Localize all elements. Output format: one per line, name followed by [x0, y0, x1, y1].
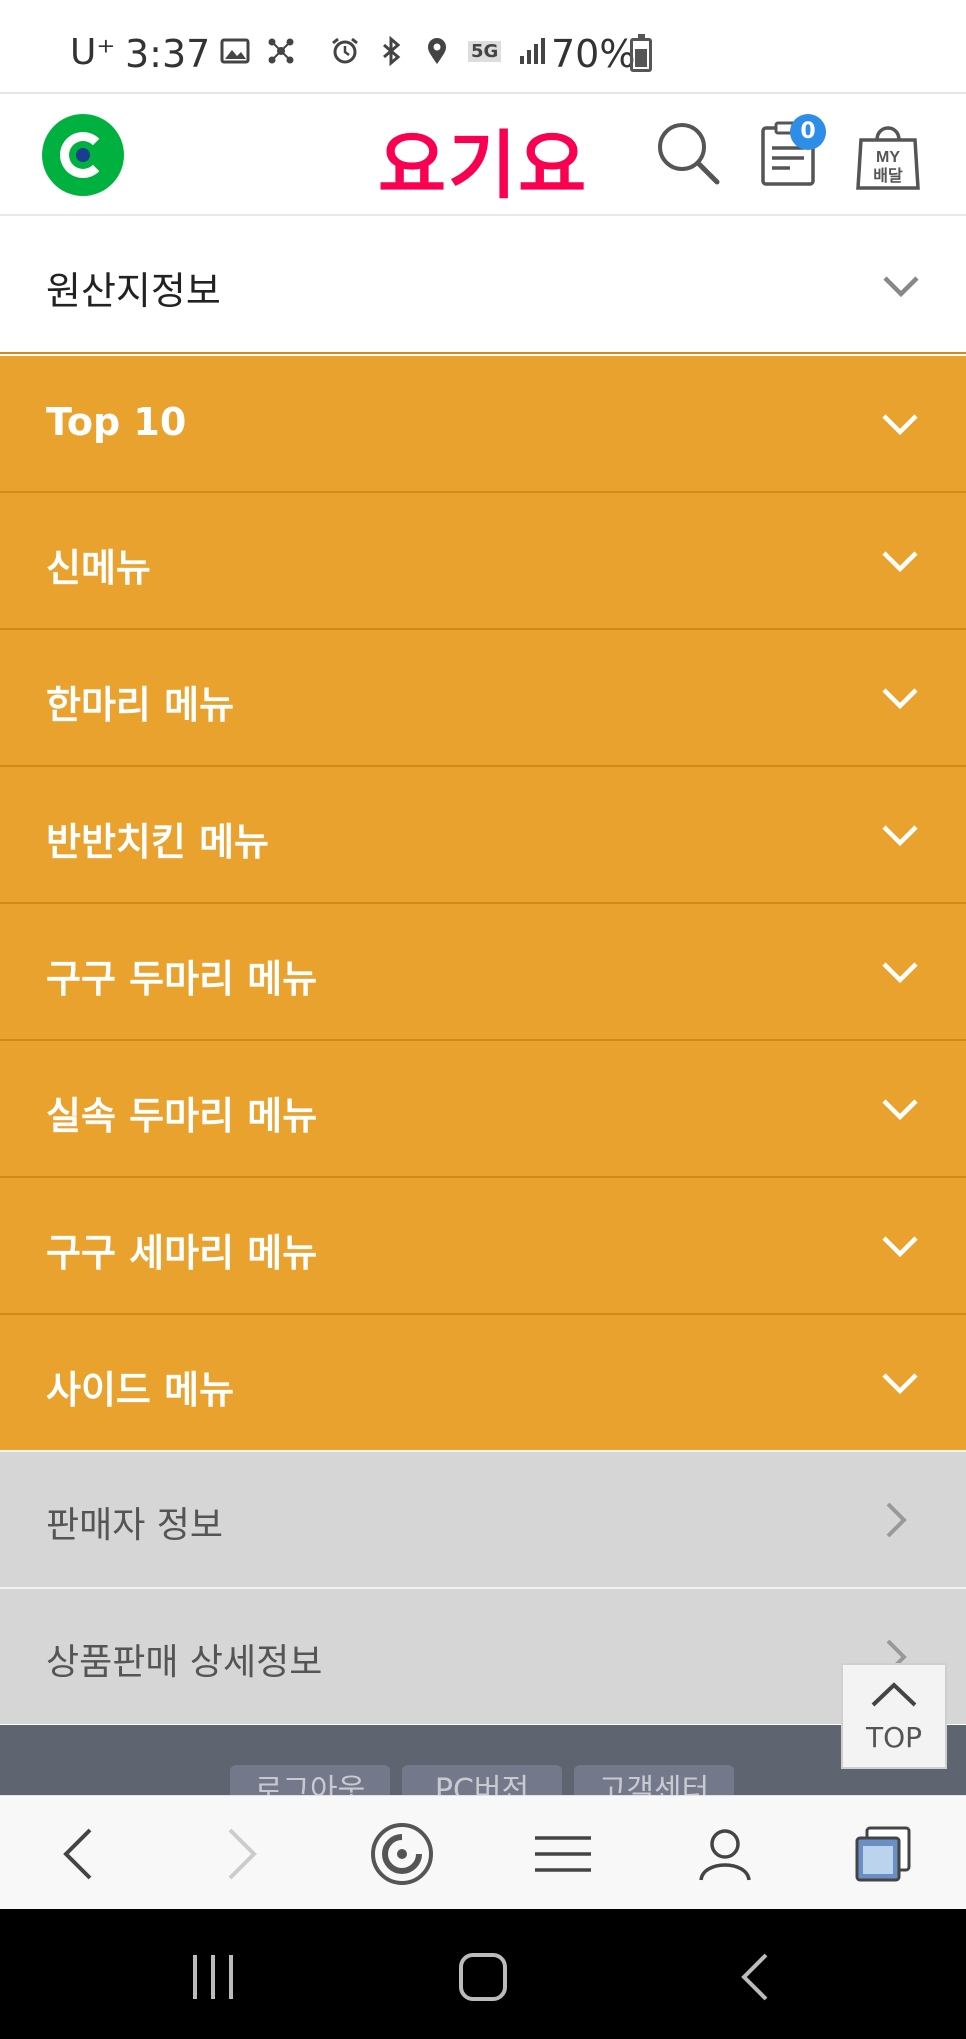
info-row-label: 판매자 정보: [46, 1505, 224, 1546]
origin-info-row[interactable]: 원산지정보: [0, 218, 966, 354]
gallery-icon: [220, 38, 250, 64]
menu-category-row[interactable]: 반반치킨 메뉴: [0, 767, 966, 904]
menu-category-row[interactable]: Top 10: [0, 356, 966, 493]
system-back-icon[interactable]: [726, 1949, 786, 2005]
gmarket-home-icon[interactable]: [370, 1822, 434, 1886]
chevron-up-icon: [871, 1682, 917, 1707]
battery-percent: 70%: [551, 32, 636, 76]
my-delivery-bag-icon[interactable]: MY 배달: [855, 118, 921, 190]
menu-category-label: Top 10: [46, 400, 187, 444]
connection-icon: [268, 38, 294, 64]
location-icon: [428, 38, 446, 64]
svg-text:MY: MY: [876, 149, 900, 166]
status-icons: 5G: [220, 36, 547, 66]
menu-category-label: 한마리 메뉴: [46, 683, 235, 727]
tabs-icon[interactable]: [853, 1824, 913, 1884]
info-row-label: 상품판매 상세정보: [46, 1642, 323, 1683]
menu-category-label: 구구 두마리 메뉴: [46, 957, 318, 1001]
search-icon[interactable]: [655, 120, 721, 186]
menu-category-label: 구구 세마리 메뉴: [46, 1231, 318, 1275]
app-header: 요기요 0 MY 배달: [0, 96, 966, 216]
menu-category-label: 반반치킨 메뉴: [46, 820, 269, 864]
home-icon[interactable]: [453, 1949, 513, 2005]
menu-category-row[interactable]: 신메뉴: [0, 493, 966, 630]
system-nav-bar: [0, 1909, 966, 2039]
chevron-down-icon: [882, 1373, 918, 1395]
chevron-down-icon: [882, 825, 918, 847]
info-row[interactable]: 상품판매 상세정보: [0, 1587, 966, 1724]
menu-category-label: 사이드 메뉴: [46, 1368, 235, 1412]
clock: 3:37: [125, 32, 211, 76]
menu-category-label: 실속 두마리 메뉴: [46, 1094, 318, 1138]
battery-icon: [630, 34, 652, 72]
origin-info-label: 원산지정보: [46, 269, 221, 313]
scroll-top-button[interactable]: TOP: [841, 1663, 947, 1769]
gmarket-logo-icon[interactable]: [42, 114, 124, 196]
menu-category-row[interactable]: 구구 두마리 메뉴: [0, 904, 966, 1041]
back-icon[interactable]: [50, 1824, 110, 1884]
chevron-down-icon: [882, 414, 918, 436]
footer: 로그아웃 PC버전 고객센터: [0, 1725, 966, 1805]
chevron-down-icon: [883, 276, 919, 298]
scroll-top-label: TOP: [865, 1721, 923, 1754]
svg-text:배달: 배달: [873, 166, 903, 185]
chevron-right-icon: [886, 1502, 907, 1538]
yogiyo-brand-logo[interactable]: 요기요: [378, 106, 588, 213]
menu-category-row[interactable]: 사이드 메뉴: [0, 1315, 966, 1452]
signal-icon: [520, 38, 546, 64]
forward-icon[interactable]: [210, 1824, 270, 1884]
chevron-down-icon: [882, 688, 918, 710]
alarm-icon: [332, 37, 358, 64]
status-bar: U⁺ 3:37 5G 70%: [0, 0, 966, 94]
chevron-down-icon: [882, 551, 918, 573]
chevron-down-icon: [882, 1236, 918, 1258]
menu-category-label: 신메뉴: [46, 546, 151, 590]
recent-apps-icon[interactable]: [183, 1949, 243, 2005]
menu-category-row[interactable]: 구구 세마리 메뉴: [0, 1178, 966, 1315]
info-row[interactable]: 판매자 정보: [0, 1450, 966, 1587]
browser-toolbar: [0, 1795, 966, 1909]
orders-count-badge: 0: [790, 114, 826, 150]
bluetooth-icon: [383, 36, 401, 66]
chevron-down-icon: [882, 1099, 918, 1121]
carrier-label: U⁺: [70, 32, 116, 73]
chevron-down-icon: [882, 962, 918, 984]
network-type: 5G: [468, 40, 502, 62]
menu-category-row[interactable]: 한마리 메뉴: [0, 630, 966, 767]
account-icon[interactable]: [695, 1824, 755, 1884]
menu-category-row[interactable]: 실속 두마리 메뉴: [0, 1041, 966, 1178]
menu-icon[interactable]: [533, 1824, 593, 1884]
